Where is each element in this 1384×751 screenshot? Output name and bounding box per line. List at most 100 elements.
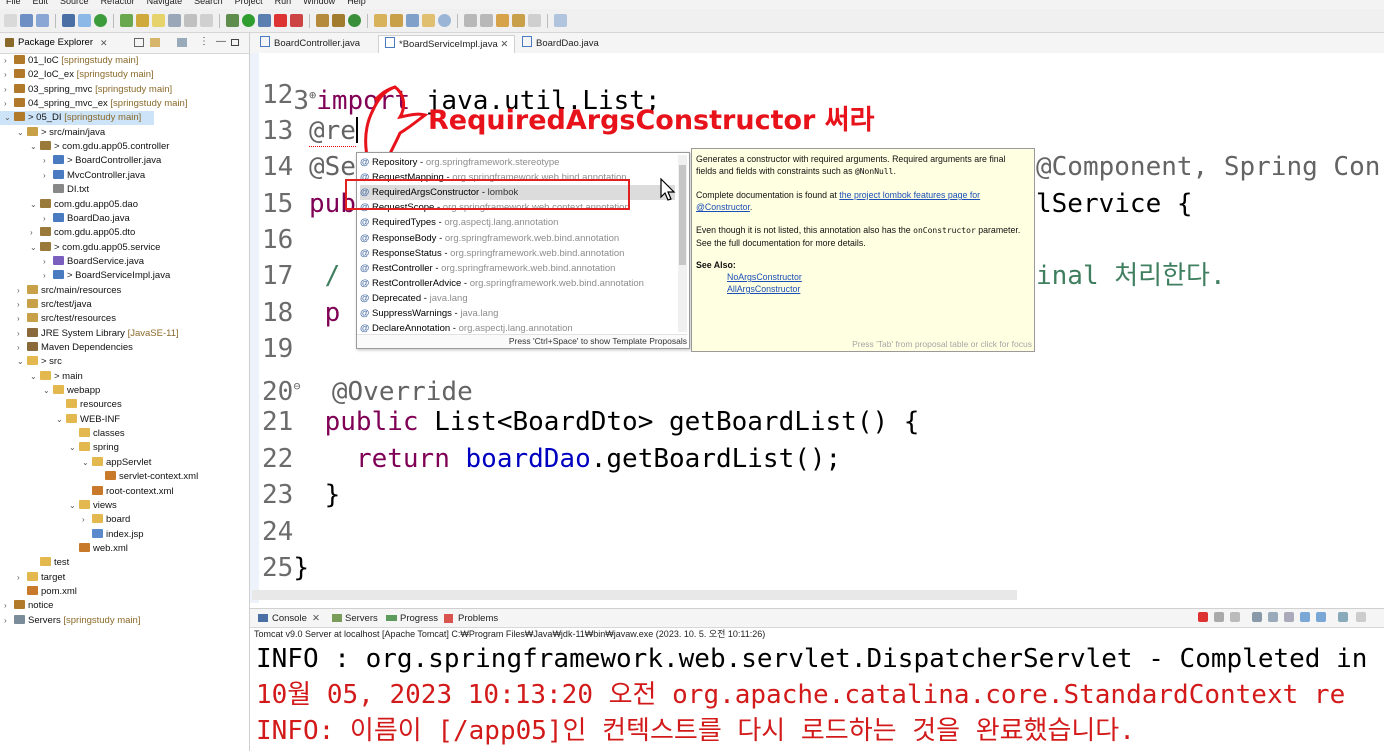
last-edit-icon[interactable]: [496, 14, 509, 27]
tree-item[interactable]: resources: [56, 398, 122, 412]
coverage-icon[interactable]: [258, 14, 271, 27]
chevron-right-icon[interactable]: ›: [43, 154, 53, 168]
tree-item[interactable]: web.xml: [69, 542, 128, 556]
expand-down-icon[interactable]: ⌄: [69, 441, 79, 455]
collapse-all-icon[interactable]: [134, 38, 144, 47]
save-icon[interactable]: [20, 14, 33, 27]
tree-item[interactable]: › 02_IoC_ex [springstudy main]: [4, 68, 154, 82]
remove-launch-icon[interactable]: [1214, 612, 1224, 622]
proposal-item[interactable]: @ ResponseStatus - org.springframework.we…: [360, 246, 675, 261]
close-icon[interactable]: ✕: [312, 611, 320, 626]
search-icon[interactable]: [406, 14, 419, 27]
scroll-lock-icon[interactable]: [1252, 612, 1262, 622]
tree-item[interactable]: › > BoardController.java: [43, 154, 161, 168]
chevron-right-icon[interactable]: ›: [4, 97, 14, 111]
tree-item[interactable]: › Servers [springstudy main]: [4, 614, 140, 628]
menu-file[interactable]: File: [6, 0, 21, 6]
tree-item[interactable]: ⌄ webapp: [43, 384, 100, 398]
tree-item[interactable]: root-context.xml: [82, 485, 174, 499]
view-menu-icon[interactable]: ⋮: [199, 35, 209, 49]
tree-item[interactable]: › src/test/resources: [17, 312, 116, 326]
tree-item[interactable]: ⌄ appServlet: [82, 456, 151, 470]
refresh-icon[interactable]: [120, 14, 133, 27]
javadoc-hover-panel[interactable]: Generates a constructor with required ar…: [691, 148, 1035, 352]
debug-icon[interactable]: [94, 14, 107, 27]
code-line-15[interactable]: 15 pub: [262, 186, 356, 222]
tree-item[interactable]: › 01_IoC [springstudy main]: [4, 54, 138, 68]
tree-item[interactable]: ⌄ > com.gdu.app05.service: [30, 241, 160, 255]
tree-item[interactable]: › board: [82, 513, 130, 527]
chevron-right-icon[interactable]: ›: [4, 68, 14, 82]
chevron-right-icon[interactable]: ›: [30, 226, 40, 240]
menu-run[interactable]: Run: [275, 0, 292, 6]
mark-occurrences-icon[interactable]: [422, 14, 435, 27]
tree-item[interactable]: › BoardDao.java: [43, 212, 130, 226]
proposal-scroll-thumb[interactable]: [679, 165, 686, 265]
word-wrap-icon[interactable]: [1268, 612, 1278, 622]
tree-item[interactable]: ⌄ > src/main/java: [17, 126, 105, 140]
code-line-22[interactable]: 22 return boardDao.getBoardList();: [262, 441, 841, 477]
code-line-23[interactable]: 23 }: [262, 477, 340, 513]
no-args-constructor-link[interactable]: NoArgsConstructor: [727, 272, 802, 282]
proposal-item[interactable]: @ RestController - org.springframework.we…: [360, 261, 675, 276]
tree-item[interactable]: › MvcController.java: [43, 169, 145, 183]
link-editor-icon[interactable]: [150, 38, 160, 47]
paragraph-icon[interactable]: [200, 14, 213, 27]
new-console-icon[interactable]: [1316, 612, 1326, 622]
chevron-right-icon[interactable]: ›: [43, 269, 53, 283]
list-icon[interactable]: [184, 14, 197, 27]
run-icon[interactable]: [242, 14, 255, 27]
tree-item[interactable]: › BoardService.java: [43, 255, 144, 269]
skip-breakpoints-icon[interactable]: [78, 14, 91, 27]
new-java-project-icon[interactable]: [316, 14, 329, 27]
proposal-item[interactable]: @ Repository - org.springframework.stereo…: [360, 155, 675, 170]
code-line-19[interactable]: 19: [262, 331, 293, 367]
expand-down-icon[interactable]: ⌄: [82, 456, 92, 470]
new-class-icon[interactable]: [348, 14, 361, 27]
tree-item[interactable]: classes: [69, 427, 125, 441]
code-line-25[interactable]: 25}: [262, 550, 309, 586]
stop-icon[interactable]: [1198, 612, 1208, 622]
maximize-icon[interactable]: [231, 39, 239, 46]
chevron-right-icon[interactable]: ›: [4, 614, 14, 628]
horizontal-scrollbar[interactable]: [252, 590, 1017, 600]
chevron-right-icon[interactable]: ›: [4, 54, 14, 68]
expand-down-icon[interactable]: ⌄: [4, 111, 14, 125]
package-explorer-tab[interactable]: Package Explorer ✕ ⋮ —: [0, 33, 249, 54]
open-perspective-icon[interactable]: [554, 14, 567, 27]
code-line-17[interactable]: 17 /: [262, 258, 340, 294]
tree-item[interactable]: ⌄ > main: [30, 370, 83, 384]
globe-icon[interactable]: [438, 14, 451, 27]
chevron-right-icon[interactable]: ›: [17, 284, 27, 298]
proposal-item[interactable]: @ SuppressWarnings - java.lang: [360, 306, 675, 321]
open-task-icon[interactable]: [390, 14, 403, 27]
tab-problems[interactable]: Problems: [458, 611, 498, 626]
menu-search[interactable]: Search: [194, 0, 223, 6]
forward-icon[interactable]: [528, 14, 541, 27]
tree-item[interactable]: ⌄ com.gdu.app05.dao: [30, 198, 138, 212]
chevron-right-icon[interactable]: ›: [82, 513, 92, 527]
tab-progress[interactable]: Progress: [400, 611, 438, 626]
proposal-item[interactable]: @ RestControllerAdvice - org.springframew…: [360, 276, 675, 291]
remove-all-icon[interactable]: [1230, 612, 1240, 622]
expand-down-icon[interactable]: ⌄: [17, 355, 27, 369]
open-console-icon[interactable]: [1338, 612, 1348, 622]
tree-item[interactable]: ⌄ > src: [17, 355, 62, 369]
code-line-21[interactable]: 21 public List<BoardDto> getBoardList() …: [262, 404, 919, 440]
expand-down-icon[interactable]: ⌄: [30, 370, 40, 384]
code-line-12[interactable]: 12: [262, 77, 293, 113]
proposal-item[interactable]: @ Deprecated - java.lang: [360, 291, 675, 306]
expand-down-icon[interactable]: ⌄: [69, 499, 79, 513]
expand-down-icon[interactable]: ⌄: [30, 140, 40, 154]
close-icon[interactable]: ✕: [100, 36, 108, 50]
tree-item[interactable]: › src/main/resources: [17, 284, 121, 298]
tree-item[interactable]: › Maven Dependencies: [17, 341, 133, 355]
minimize-icon[interactable]: [1356, 612, 1366, 622]
menu-project[interactable]: Project: [235, 0, 263, 6]
next-annotation-icon[interactable]: [464, 14, 477, 27]
tree-item[interactable]: index.jsp: [82, 528, 144, 542]
fold-icon[interactable]: ⊖: [293, 379, 300, 393]
menu-navigate[interactable]: Navigate: [147, 0, 183, 6]
new-icon[interactable]: [4, 14, 17, 27]
tree-item[interactable]: › 03_spring_mvc [springstudy main]: [4, 83, 172, 97]
